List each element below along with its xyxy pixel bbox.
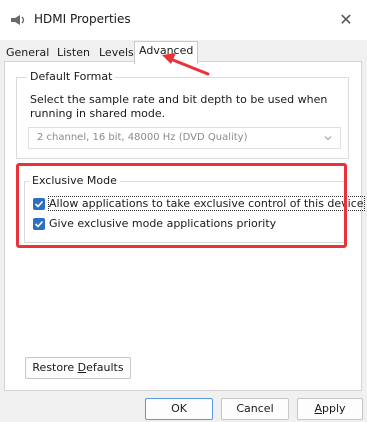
tab-listen[interactable]: Listen [53, 44, 94, 61]
close-button[interactable]: ✕ [325, 0, 367, 40]
apply-text: pply [322, 402, 346, 415]
restore-defaults-text-a: Restore [32, 361, 78, 374]
default-format-select[interactable]: 2 channel, 16 bit, 48000 Hz (DVD Quality… [28, 127, 341, 149]
restore-defaults-text-b: efaults [86, 361, 124, 374]
annotation-highlight-box [16, 163, 347, 248]
tab-levels[interactable]: Levels [95, 44, 138, 61]
apply-button[interactable]: Apply [297, 398, 363, 420]
restore-defaults-button[interactable]: Restore Defaults [25, 357, 131, 379]
chevron-down-icon [324, 136, 332, 141]
close-icon: ✕ [339, 10, 353, 29]
window-title: HDMI Properties [34, 12, 131, 26]
apply-accel: A [314, 402, 322, 415]
restore-defaults-accel: D [77, 361, 87, 374]
cancel-button[interactable]: Cancel [221, 398, 289, 420]
ok-button[interactable]: OK [145, 398, 213, 420]
title-bar: HDMI Properties ✕ [0, 0, 367, 40]
tab-general[interactable]: General [2, 44, 53, 61]
speaker-icon [11, 15, 25, 25]
annotation-arrow [162, 53, 210, 76]
default-format-description: Select the sample rate and bit depth to … [30, 93, 328, 120]
default-format-label: Default Format [27, 70, 116, 83]
default-format-value: 2 channel, 16 bit, 48000 Hz (DVD Quality… [37, 132, 248, 143]
